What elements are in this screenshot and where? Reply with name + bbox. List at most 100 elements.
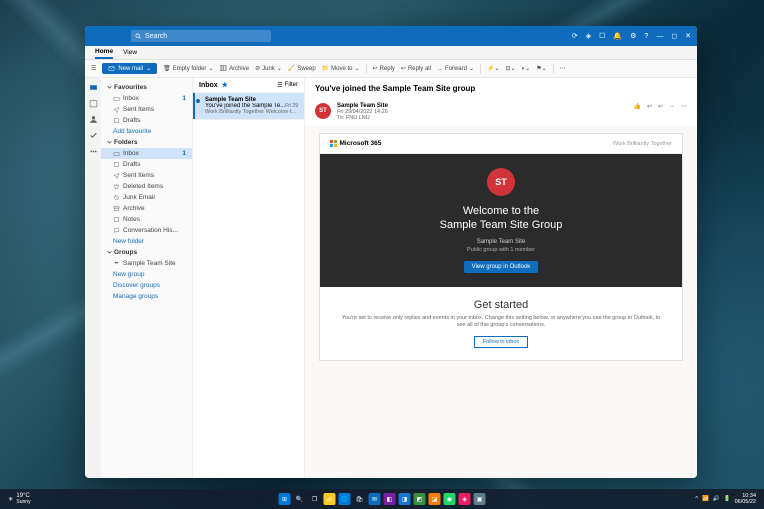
reply-all-icon[interactable]: ↩: [658, 103, 663, 110]
move-to-button[interactable]: 📁 Move to ⌄: [322, 65, 360, 72]
weather-widget[interactable]: ☀ 19°C Sunny: [8, 493, 31, 505]
quick-steps-button[interactable]: ⚡⌄: [487, 65, 500, 72]
mail-rail-icon[interactable]: [88, 82, 98, 92]
folder-archive[interactable]: Archive: [101, 203, 192, 214]
help-icon[interactable]: ?: [644, 33, 648, 40]
reading-pane: You've joined the Sample Team Site group…: [305, 78, 697, 478]
ribbon-tabs: Home View: [85, 46, 697, 60]
sent-icon: [113, 172, 120, 179]
view-group-button[interactable]: View group in Outlook: [464, 261, 539, 273]
group-info: Public group with 1 member: [330, 247, 672, 253]
notification-icon[interactable]: ◈: [586, 32, 591, 40]
manage-groups-link[interactable]: Manage groups: [101, 291, 192, 302]
group-item[interactable]: Sample Team Site: [101, 258, 192, 269]
reading-header: ST Sample Team Site Fri 29/04/2022 14:26…: [305, 99, 697, 125]
folder-sent[interactable]: Sent Items: [101, 104, 192, 115]
tab-view[interactable]: View: [123, 47, 137, 58]
reading-meta: Sample Team Site Fri 29/04/2022 14:26 To…: [337, 103, 388, 121]
junk-button[interactable]: ⊘ Junk ⌄: [255, 65, 282, 72]
battery-icon[interactable]: 🔋: [724, 496, 731, 502]
archive-icon: [113, 205, 120, 212]
close-icon[interactable]: ✕: [685, 32, 691, 40]
folder-deleted[interactable]: Deleted Items: [101, 181, 192, 192]
tray-chevron-icon[interactable]: ^: [695, 496, 698, 502]
reply-button[interactable]: ↩ Reply: [373, 65, 395, 72]
todo-rail-icon[interactable]: [88, 130, 98, 140]
maximize-icon[interactable]: ◻: [671, 32, 677, 40]
filter-button[interactable]: ☰ Filter: [277, 82, 298, 89]
chevron-down-icon: [107, 140, 112, 145]
empty-folder-button[interactable]: 🗑 Empty folder ⌄: [163, 65, 213, 72]
folder-notes[interactable]: Notes: [101, 214, 192, 225]
follow-inbox-button[interactable]: Follow in inbox: [474, 336, 528, 348]
archive-button[interactable]: 🗄 Archive: [219, 65, 249, 72]
tab-home[interactable]: Home: [95, 46, 113, 59]
explorer-icon[interactable]: 📁: [324, 493, 336, 505]
message-item[interactable]: Sample Team Site You've joined the Sampl…: [193, 93, 304, 120]
start-button[interactable]: ⊞: [279, 493, 291, 505]
calendar-peek-icon[interactable]: ☐: [599, 32, 605, 40]
taskbar-center: ⊞ 🔍 ❐ 📁 🌐 🛍 ✉ ◧ ◨ ◩ ◪ ◉ ◈ ▣: [279, 493, 486, 505]
folder-sent[interactable]: Sent Items: [101, 170, 192, 181]
categorize-button[interactable]: ◐⌄: [522, 65, 531, 72]
reading-to: To: FNU LNU: [337, 115, 388, 121]
like-icon[interactable]: 👍: [633, 103, 640, 110]
app-icon[interactable]: ◧: [384, 493, 396, 505]
app-icon[interactable]: ◨: [399, 493, 411, 505]
volume-icon[interactable]: 🔊: [713, 496, 720, 502]
app-icon[interactable]: ◉: [444, 493, 456, 505]
people-rail-icon[interactable]: [88, 114, 98, 124]
forward-button[interactable]: → Forward ⌄: [437, 65, 474, 72]
email-content: Microsoft 365 Work Brilliantly Together …: [305, 125, 697, 478]
more-button[interactable]: ⋯: [560, 65, 566, 72]
message-preview: Work Brilliantly Together Welcome to t..…: [199, 109, 298, 115]
sync-icon[interactable]: ⟳: [572, 32, 578, 40]
folder-conversation-history[interactable]: Conversation His...: [101, 225, 192, 236]
favourites-section[interactable]: Favourites: [101, 82, 192, 93]
more-apps-rail-icon[interactable]: [88, 146, 98, 156]
new-mail-button[interactable]: New mail ⌄: [102, 63, 157, 74]
bell-icon[interactable]: 🔔: [613, 32, 622, 40]
calendar-rail-icon[interactable]: [88, 98, 98, 108]
forward-icon[interactable]: →: [669, 103, 675, 110]
star-icon[interactable]: ★: [222, 81, 228, 89]
task-view-icon[interactable]: ❐: [309, 493, 321, 505]
folder-junk[interactable]: Junk Email: [101, 192, 192, 203]
hamburger-icon[interactable]: ☰: [91, 65, 96, 72]
edge-icon[interactable]: 🌐: [339, 493, 351, 505]
flag-button[interactable]: ⚑⌄: [536, 65, 546, 72]
app-icon[interactable]: ◪: [429, 493, 441, 505]
drafts-icon: [113, 161, 120, 168]
add-favourite-link[interactable]: Add favourite: [101, 126, 192, 137]
discover-groups-link[interactable]: Discover groups: [101, 280, 192, 291]
groups-section[interactable]: Groups: [101, 247, 192, 258]
mail-icon[interactable]: ✉: [369, 493, 381, 505]
search-taskbar-icon[interactable]: 🔍: [294, 493, 306, 505]
folders-section[interactable]: Folders: [101, 137, 192, 148]
search-box[interactable]: Search: [131, 30, 271, 42]
folder-drafts[interactable]: Drafts: [101, 159, 192, 170]
drafts-icon: [113, 117, 120, 124]
reply-icon[interactable]: ↩: [647, 103, 652, 110]
folder-inbox[interactable]: Inbox1: [101, 93, 192, 104]
welcome-heading: Welcome to theSample Team Site Group: [330, 204, 672, 233]
app-icon[interactable]: ◈: [459, 493, 471, 505]
clock[interactable]: 10:34 06/05/22: [735, 493, 756, 505]
chevron-down-icon: [107, 250, 112, 255]
reply-all-button[interactable]: ↩ Reply all: [401, 65, 431, 72]
new-group-link[interactable]: New group: [101, 269, 192, 280]
read-unread-button[interactable]: ⊡⌄: [506, 65, 516, 72]
app-icon[interactable]: ◩: [414, 493, 426, 505]
wifi-icon[interactable]: 📶: [702, 496, 709, 502]
store-icon[interactable]: 🛍: [354, 493, 366, 505]
minimize-icon[interactable]: —: [656, 33, 663, 40]
settings-icon[interactable]: ⚙: [630, 32, 636, 40]
folder-inbox[interactable]: Inbox1: [101, 148, 192, 159]
new-folder-link[interactable]: New folder: [101, 236, 192, 247]
sweep-button[interactable]: 🧹 Sweep: [288, 65, 316, 72]
app-icon[interactable]: ▣: [474, 493, 486, 505]
folder-drafts[interactable]: Drafts: [101, 115, 192, 126]
get-started-title: Get started: [340, 299, 662, 311]
more-actions-icon[interactable]: ⋯: [681, 103, 687, 110]
mail-icon: [108, 65, 115, 72]
